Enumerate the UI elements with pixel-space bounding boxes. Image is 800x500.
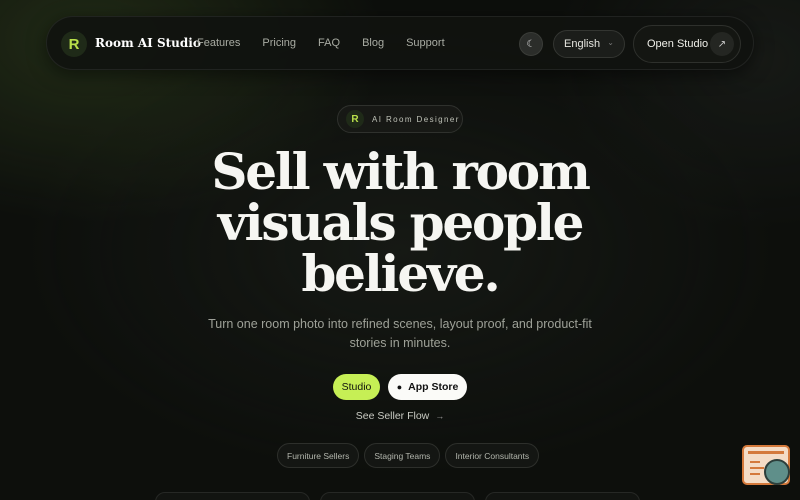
floating-widget-icon[interactable]	[742, 445, 790, 485]
badge-logo-icon: R	[346, 110, 364, 128]
logo-icon[interactable]: R	[61, 31, 87, 57]
chip-furniture-sellers[interactable]: Furniture Sellers	[277, 443, 360, 468]
nav-link-pricing[interactable]: Pricing	[262, 37, 296, 49]
nav-link-faq[interactable]: FAQ	[318, 37, 340, 49]
arrow-right-icon: →	[435, 411, 445, 421]
app-store-label: App Store	[408, 381, 459, 393]
app-store-button[interactable]: ● App Store	[388, 374, 467, 400]
seller-flow-label: See Seller Flow	[355, 410, 430, 422]
moon-icon: ☾	[526, 38, 536, 50]
widget-bar	[748, 451, 784, 454]
nav-link-support[interactable]: Support	[406, 37, 445, 49]
top-nav: R Room AI Studio Features Pricing FAQ Bl…	[46, 16, 754, 70]
bottom-cards-peek	[155, 492, 640, 500]
theme-toggle-button[interactable]: ☾	[519, 32, 543, 56]
nav-link-features[interactable]: Features	[197, 37, 240, 49]
nav-link-blog[interactable]: Blog	[362, 37, 384, 49]
audience-chips: Furniture Sellers Staging Teams Interior…	[277, 443, 540, 468]
badge-label: AI Room Designer	[372, 114, 460, 124]
chip-staging-teams[interactable]: Staging Teams	[364, 443, 441, 468]
widget-line	[750, 467, 764, 469]
see-seller-flow-link[interactable]: See Seller Flow →	[350, 410, 450, 422]
arrow-up-right-icon: ↗	[710, 32, 734, 56]
card-peek	[320, 492, 475, 500]
hero-subtitle: Turn one room photo into refined scenes,…	[208, 317, 592, 350]
widget-avatar-icon	[764, 459, 790, 485]
widget-line	[750, 461, 760, 463]
brand-name[interactable]: Room AI Studio	[95, 36, 201, 50]
hero-headline: Sell with room visuals people believe.	[211, 142, 591, 303]
nav-links: Features Pricing FAQ Blog Support	[197, 37, 467, 49]
hero-badge: R AI Room Designer	[337, 105, 463, 133]
card-peek	[485, 492, 640, 500]
card-peek	[155, 492, 310, 500]
widget-line	[750, 473, 760, 475]
open-studio-button[interactable]: Open Studio ↗	[633, 25, 741, 63]
apple-icon: ●	[396, 382, 403, 392]
chevron-down-icon: ⌄	[607, 38, 614, 47]
chip-interior-consultants[interactable]: Interior Consultants	[445, 443, 540, 468]
language-label: English	[564, 38, 601, 50]
studio-button[interactable]: Studio	[333, 374, 380, 400]
language-select[interactable]: English ⌄	[553, 30, 625, 58]
open-studio-label: Open Studio	[647, 38, 709, 50]
